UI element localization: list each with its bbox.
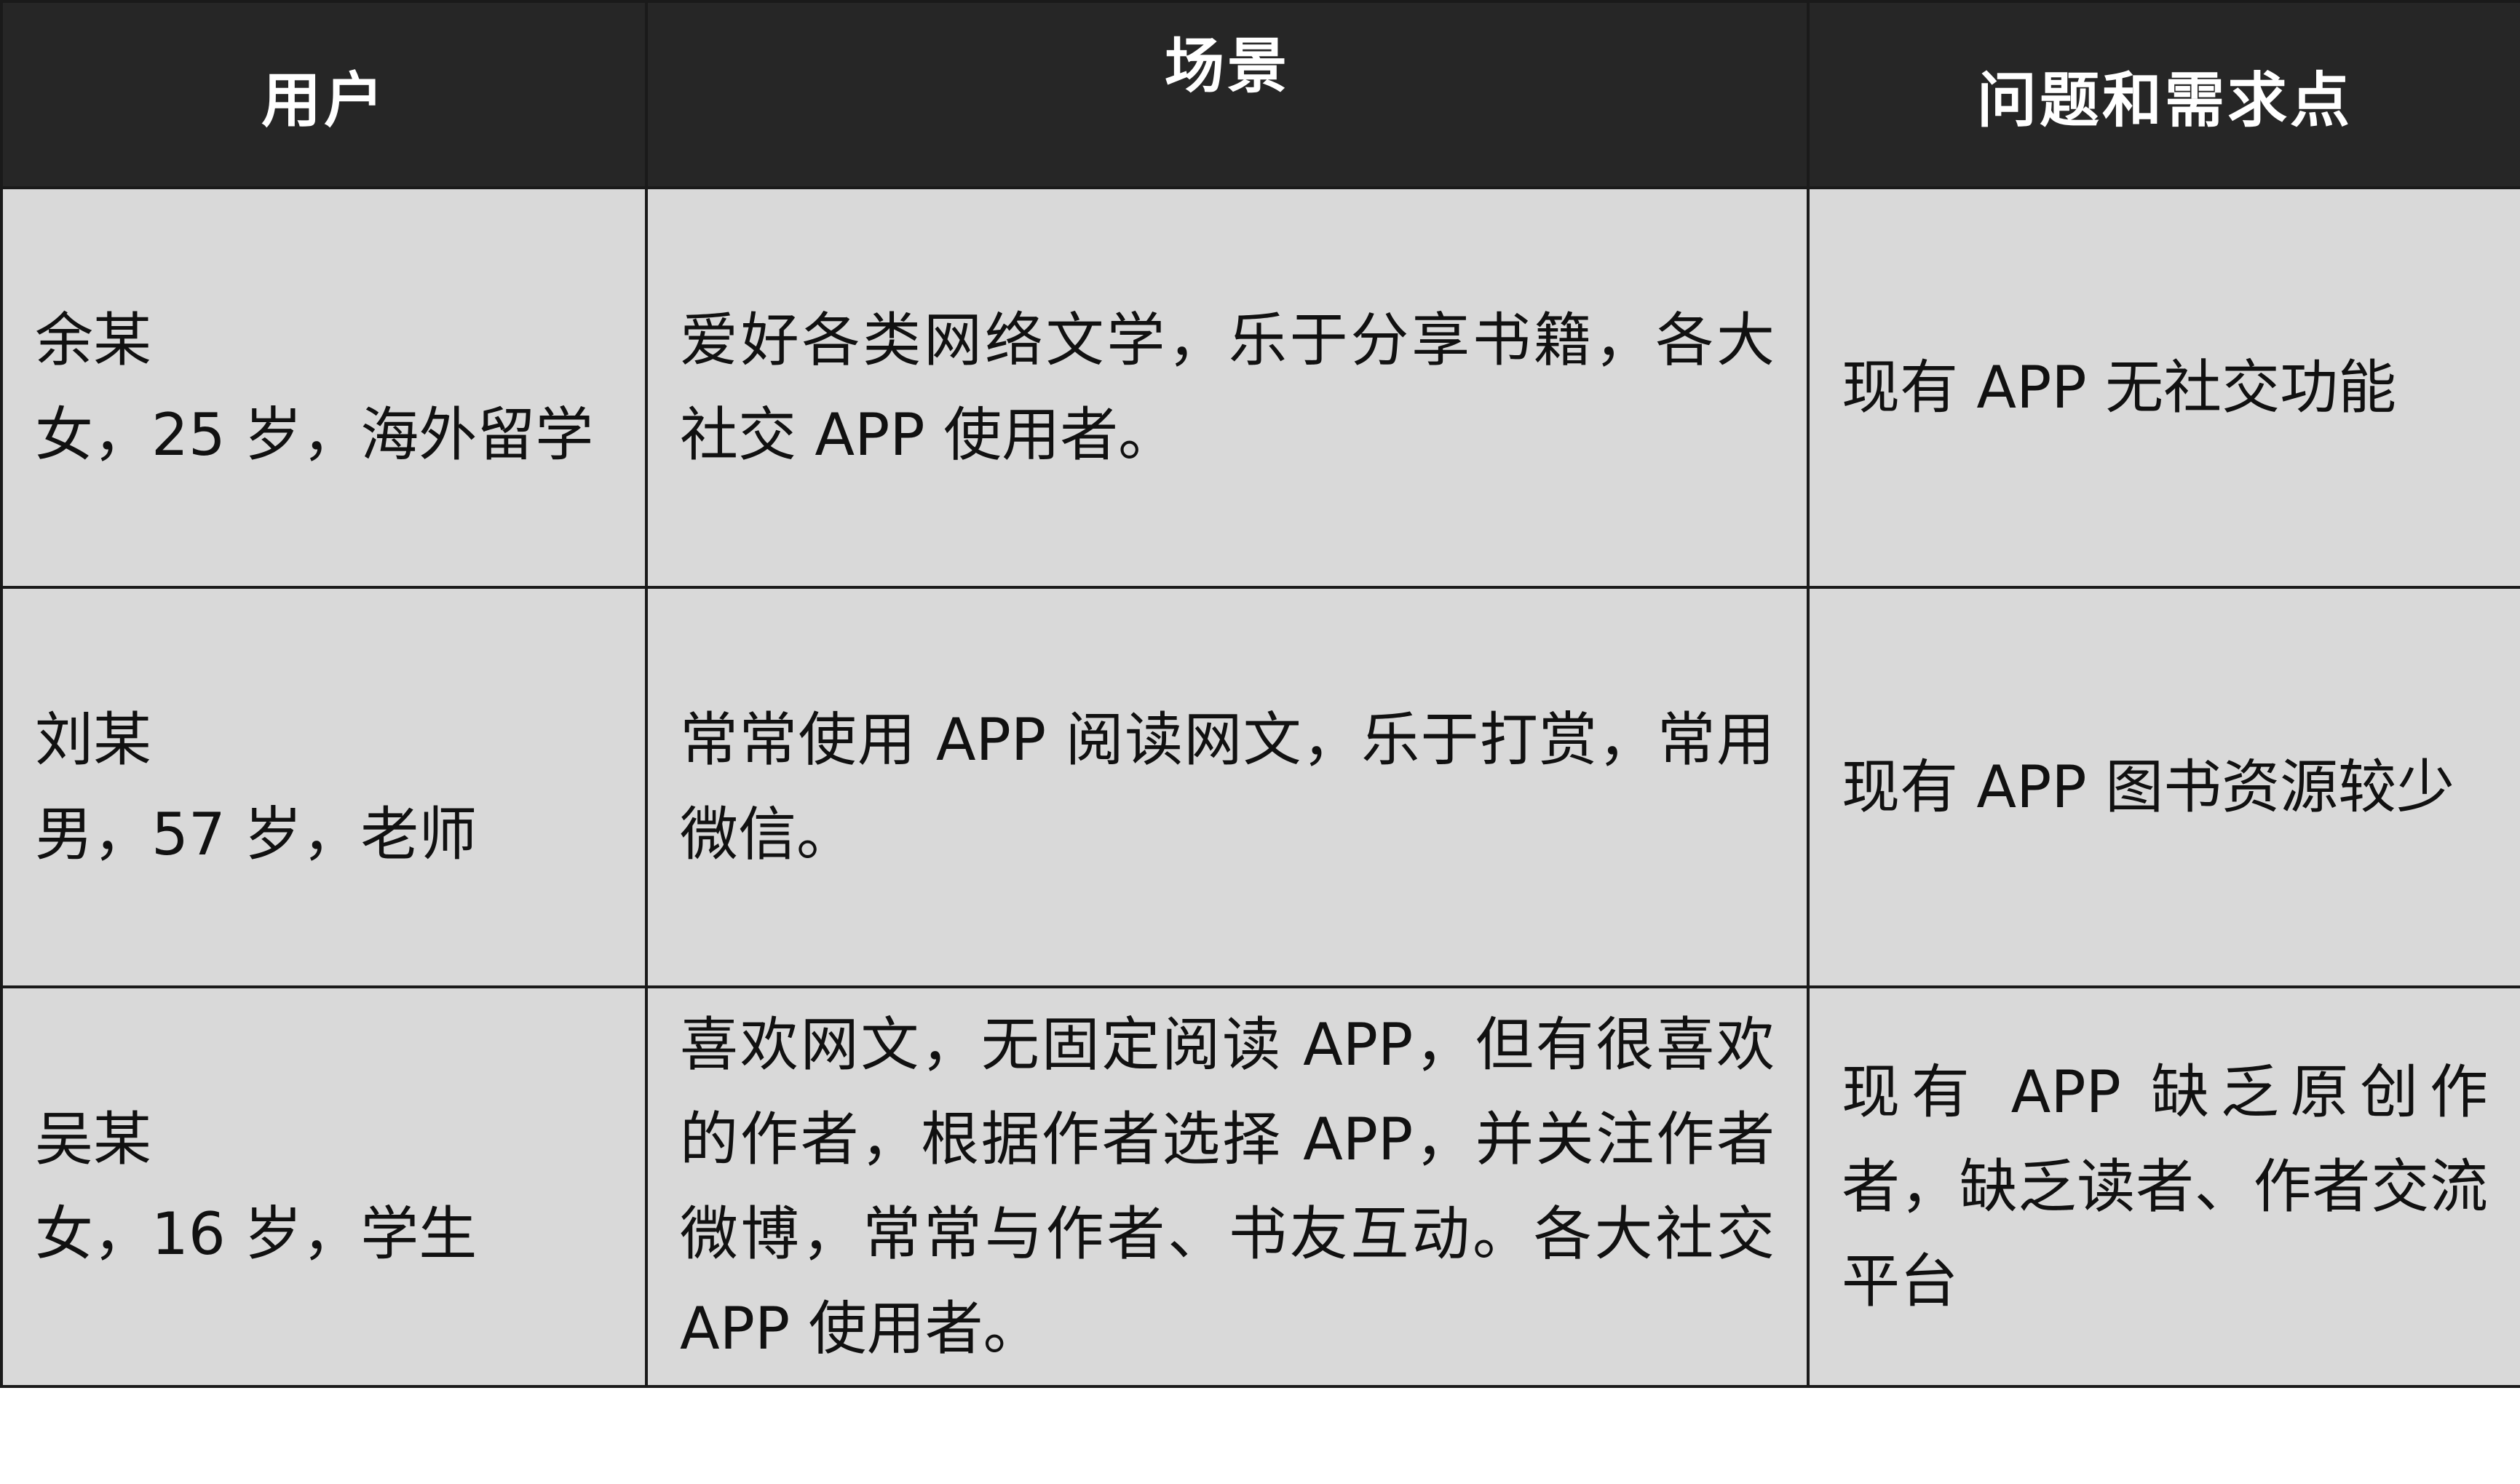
needs-cell: 现有 APP 无社交功能 <box>1807 186 2520 589</box>
user-info: 男，57 岁，老师 <box>35 800 478 868</box>
user-cell: 刘某 男，57 岁，老师 <box>0 586 648 988</box>
user-cell: 吴某 女，16 岁，学生 <box>0 985 648 1388</box>
user-cell: 余某 女，25 岁，海外留学 <box>0 186 648 589</box>
needs-cell: 现有 APP 缺乏原创作者，缺乏读者、作者交流平台 <box>1807 985 2520 1388</box>
header-user: 用户 <box>0 0 648 189</box>
user-info: 女，25 岁，海外留学 <box>35 400 594 469</box>
table-row: 刘某 男，57 岁，老师 常常使用 APP 阅读网文，乐于打赏，常用微信。 现有… <box>0 586 2520 988</box>
needs-cell: 现有 APP 图书资源较少 <box>1807 586 2520 988</box>
user-info: 女，16 岁，学生 <box>35 1199 478 1268</box>
persona-table: 用户 场景 问题和需求点 余某 女，25 岁，海外留学 爱好各类网络文学，乐于分… <box>0 0 2520 1388</box>
scene-cell: 爱好各类网络文学，乐于分享书籍，各大社交 APP 使用者。 <box>645 186 1810 589</box>
scene-cell: 喜欢网文，无固定阅读 APP，但有很喜欢的作者，根据作者选择 APP，并关注作者… <box>645 985 1810 1388</box>
user-name: 吴某 <box>35 1105 151 1173</box>
header-needs: 问题和需求点 <box>1807 0 2520 189</box>
scene-cell: 常常使用 APP 阅读网文，乐于打赏，常用微信。 <box>645 586 1810 988</box>
table-row: 余某 女，25 岁，海外留学 爱好各类网络文学，乐于分享书籍，各大社交 APP … <box>0 186 2520 589</box>
table-row: 吴某 女，16 岁，学生 喜欢网文，无固定阅读 APP，但有很喜欢的作者，根据作… <box>0 985 2520 1388</box>
table-header-row: 用户 场景 问题和需求点 <box>0 0 2520 189</box>
user-name: 余某 <box>35 306 151 374</box>
header-scene: 场景 <box>645 0 1810 189</box>
user-name: 刘某 <box>35 705 151 774</box>
